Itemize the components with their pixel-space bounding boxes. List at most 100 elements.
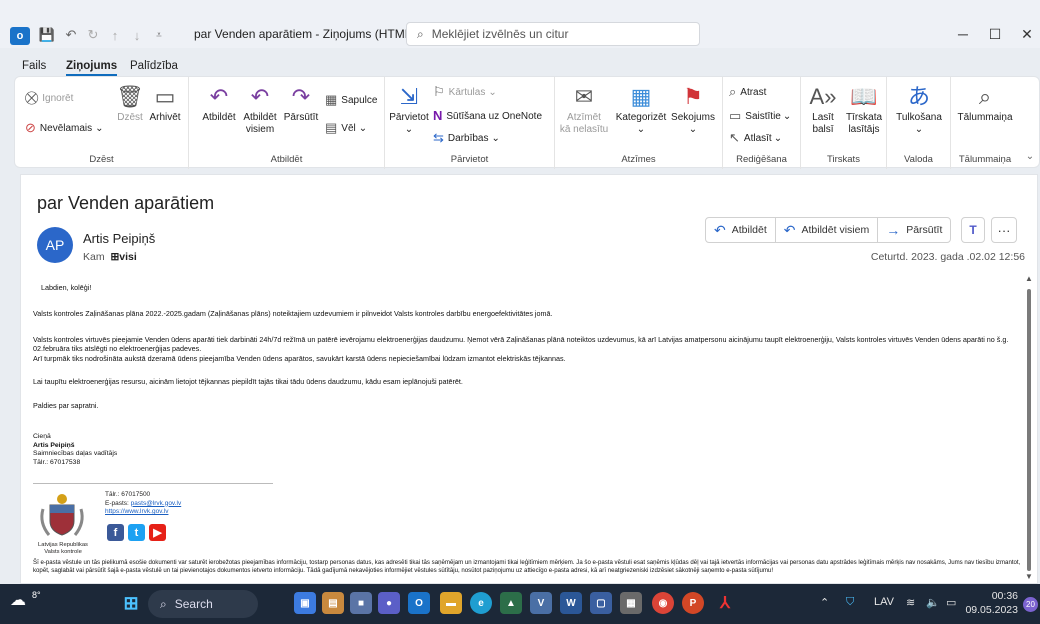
forward-button[interactable]: ↷ Pārsūtīt xyxy=(281,85,321,124)
taskbar-search[interactable]: ⌕ Search xyxy=(148,590,258,618)
reply-button[interactable]: ↶ Atbildēt xyxy=(199,85,239,124)
notification-badge[interactable]: 20 xyxy=(1023,597,1038,612)
menu-bar: Fails Ziņojums Palīdzība xyxy=(0,52,1040,76)
forward-button[interactable]: → Pārsūtīt xyxy=(878,218,950,242)
file-explorer-icon[interactable]: ▬ xyxy=(440,592,462,614)
categorize-button[interactable]: ▦ Kategorizēt ⌄ xyxy=(613,85,669,136)
ribbon: ⛒ Ignorēt ⊘ Nevēlamais ⌄ 🗑 Dzēst ▭ Arhivēt Dz… xyxy=(14,76,1040,169)
weather-widget[interactable]: ☁ 8° xyxy=(10,590,41,616)
reply-all-button[interactable]: ↶ Atbildēt visiem xyxy=(776,218,879,242)
org-email-link[interactable]: pasts@lrvk.gov.lv xyxy=(131,500,182,507)
battery-icon[interactable]: ▭ xyxy=(946,596,956,609)
junk-button[interactable]: ⊘ Nevēlamais ⌄ xyxy=(25,121,104,135)
briefcase-icon[interactable]: ▤ xyxy=(322,592,344,614)
maximize-button[interactable]: ☐ xyxy=(980,24,1010,44)
teams-icon[interactable]: T xyxy=(961,217,985,243)
more-actions-icon[interactable]: ··· xyxy=(991,217,1017,243)
recipient-group[interactable]: ⊞visi xyxy=(110,251,136,263)
previous-item-icon[interactable]: ↑ xyxy=(106,26,124,44)
move-button[interactable]: ⇲ Pārvietot ⌄ xyxy=(389,85,429,136)
device-icon[interactable]: ▢ xyxy=(590,592,612,614)
tray-expand-icon[interactable]: ⌃ xyxy=(820,596,829,609)
scrollbar[interactable]: ▲ ▼ xyxy=(1025,275,1033,581)
close-button[interactable]: ✕ xyxy=(1012,24,1040,44)
teams-taskbar-icon[interactable]: ● xyxy=(378,592,400,614)
group-label: Atbildēt xyxy=(270,154,303,165)
search-input[interactable]: ⌕ Meklējiet izvēlnēs un citur xyxy=(406,22,700,46)
reply-button[interactable]: ↶ Atbildēt xyxy=(706,218,776,242)
menu-message[interactable]: Ziņojums xyxy=(66,60,118,76)
youtube-icon[interactable]: ▶ xyxy=(149,524,166,541)
title-bar: o 💾 ↶ ↻ ↑ ↓ ⩡ par Venden aparātiem - Ziņ… xyxy=(0,0,1040,48)
actions-button[interactable]: ⇆ Darbības ⌄ xyxy=(433,131,500,145)
rules-button[interactable]: ⚐ Kārtulas ⌄ xyxy=(433,85,497,99)
group-label: Tirskats xyxy=(827,154,860,165)
delete-button[interactable]: 🗑 Dzēst xyxy=(115,85,145,124)
zoom-icon: ⌕ xyxy=(978,84,992,109)
widgets-icon[interactable]: ▣ xyxy=(294,592,316,614)
translate-button[interactable]: あ Tulkošana ⌄ xyxy=(893,85,945,136)
edge-icon[interactable]: e xyxy=(470,592,492,614)
org-web-link[interactable]: https://www.lrvk.gov.lv xyxy=(105,508,181,517)
group-language: あ Tulkošana ⌄ Valoda xyxy=(887,77,951,169)
facebook-icon[interactable]: f xyxy=(107,524,124,541)
save-icon[interactable]: 💾 xyxy=(38,26,56,44)
immersive-reader-button[interactable]: 📖 Tīrskata lasītājs xyxy=(843,85,885,136)
read-aloud-button[interactable]: A» Lasīt balsī xyxy=(805,85,841,136)
group-immersive: A» Lasīt balsī 📖 Tīrskata lasītājs Tirskats xyxy=(801,77,887,169)
flag-icon: ⚑ xyxy=(683,84,703,109)
scroll-down-icon[interactable]: ▼ xyxy=(1025,573,1033,581)
taskbar: ☁ 8° ⊞ ⌕ Search ▣ ▤ ■ ● O ▬ e ▲ V W ▢ ▦ ◉ … xyxy=(0,584,1040,624)
wifi-icon[interactable]: ≋ xyxy=(906,596,915,609)
powerpoint-icon[interactable]: P xyxy=(682,592,704,614)
clock-date: 09.05.2023 xyxy=(965,604,1018,616)
customize-toolbar-icon[interactable]: ⩡ xyxy=(150,26,168,44)
select-button[interactable]: ↖ Atlasīt ⌄ xyxy=(729,131,782,145)
signature-divider xyxy=(33,483,273,484)
ignore-button[interactable]: ⛒ Ignorēt xyxy=(25,91,73,105)
categorize-icon: ▦ xyxy=(630,84,652,109)
outlook-taskbar-icon[interactable]: O xyxy=(408,592,430,614)
volume-icon[interactable]: 🔈 xyxy=(926,596,940,609)
onenote-button[interactable]: N Sūtīšana uz OneNote xyxy=(433,109,542,123)
minimize-button[interactable]: ─ xyxy=(948,24,978,44)
redo-icon[interactable]: ↻ xyxy=(84,26,102,44)
group-editing: ⌕ Atrast ▭ Saistītie ⌄ ↖ Atlasīt ⌄ Rediģēšana xyxy=(723,77,801,169)
undo-icon[interactable]: ↶ xyxy=(62,26,80,44)
archive-button[interactable]: ▭ Arhivēt xyxy=(147,85,183,124)
reply-all-icon: ↶ xyxy=(250,84,270,109)
start-icon[interactable]: ⊞ xyxy=(120,592,142,614)
visio-icon[interactable]: V xyxy=(530,592,552,614)
mark-unread-button[interactable]: ✉ Atzīmēt kā nelasītu xyxy=(559,85,609,136)
scroll-up-icon[interactable]: ▲ xyxy=(1025,275,1033,283)
zoom-button[interactable]: ⌕ Tālummaiņa xyxy=(955,85,1015,124)
excel-chart-icon[interactable]: ▲ xyxy=(500,592,522,614)
meeting-button[interactable]: ▦ Sapulce xyxy=(325,93,377,107)
language-indicator[interactable]: LAV xyxy=(874,596,894,608)
reply-all-button[interactable]: ↶ Atbildēt visiem xyxy=(239,85,281,136)
scroll-thumb[interactable] xyxy=(1027,289,1031,571)
twitter-icon[interactable]: t xyxy=(128,524,145,541)
acrobat-icon[interactable]: ⅄ xyxy=(714,592,736,614)
menu-help[interactable]: Palīdzība xyxy=(130,60,178,72)
move-icon: ⇲ xyxy=(399,84,419,109)
next-item-icon[interactable]: ↓ xyxy=(128,26,146,44)
follow-up-button[interactable]: ⚑ Sekojums ⌄ xyxy=(671,85,715,136)
chrome-icon[interactable]: ◉ xyxy=(652,592,674,614)
signature-phone: Tālr.: 67017538 xyxy=(33,458,81,466)
body-paragraph: Arī turpmāk tiks nodrošināta aukstā dzer… xyxy=(33,354,566,363)
word-icon[interactable]: W xyxy=(560,592,582,614)
find-button[interactable]: ⌕ Atrast xyxy=(729,85,766,99)
ribbon-expand-icon[interactable]: ⌄ xyxy=(1023,149,1037,163)
related-button[interactable]: ▭ Saistītie ⌄ xyxy=(729,109,791,123)
group-respond: ↶ Atbildēt ↶ Atbildēt visiem ↷ Pārsūtīt ▦ Sap… xyxy=(189,77,385,169)
more-respond-button[interactable]: ▤ Vēl ⌄ xyxy=(325,121,367,135)
window-app-icon[interactable]: ■ xyxy=(350,592,372,614)
sender-name[interactable]: Artis Peipiņš xyxy=(83,231,155,246)
calculator-icon[interactable]: ▦ xyxy=(620,592,642,614)
security-icon[interactable]: ⛉ xyxy=(846,596,854,609)
menu-file[interactable]: Fails xyxy=(22,60,46,72)
org-caption: Latvijas Republikas Valsts kontrole xyxy=(38,542,88,555)
clock[interactable]: 00:36 09.05.2023 xyxy=(965,589,1018,617)
avatar[interactable]: AP xyxy=(37,227,73,263)
